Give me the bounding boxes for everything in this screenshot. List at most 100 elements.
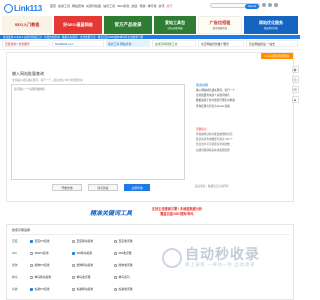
checkbox[interactable] [30, 251, 33, 255]
checkbox[interactable] [30, 263, 33, 267]
nav-item[interactable]: 在线工具 [58, 4, 70, 8]
ad-banner-row: SEO入门教程 好SEO/星星网络 官方产品收录 爱站工具包 站长必备利器 广告… [0, 16, 300, 34]
help-spacer [196, 109, 292, 127]
option-label: 神马索引 [118, 275, 130, 279]
option-label: 百度移动权重 [76, 239, 94, 243]
ad-subtitle: 快速提升排名 [263, 27, 279, 30]
option-label: 百度PC权重 [34, 239, 50, 243]
header-search[interactable]: OpenAI [210, 3, 260, 9]
checkbox[interactable] [30, 275, 33, 279]
text-ad[interactable]: 企业网站建设 一站式 [246, 40, 298, 47]
engine-label: 360 [12, 251, 17, 255]
engine-row: 360 360PC权重 360移动权重 360收录量 [12, 249, 154, 257]
keyword-textarea[interactable] [11, 84, 185, 180]
option-label: 神马收录量 [76, 275, 91, 279]
start-query-button[interactable]: 开始查询 [52, 184, 82, 191]
option-label: 谷歌收录量 [118, 287, 133, 291]
option-label: 360收录量 [118, 251, 132, 255]
site-logo[interactable]: Link113 [4, 3, 42, 13]
engine-row: 搜狗 搜狗PC权重 搜狗移动权重 搜狗收录量 [12, 261, 154, 269]
text-ad[interactable]: 百度权重7 优化服务 [2, 40, 50, 47]
checkbox[interactable] [114, 263, 117, 267]
form-title: 输入网站批量查询 [12, 71, 44, 76]
text-ad-row: 百度权重7 优化服务 NANEWS.com 站长工具·网站查询 在线字体转换工具… [0, 40, 300, 48]
ad-banner[interactable]: SEO入门教程 [2, 16, 52, 34]
logo-text: Link113 [14, 3, 42, 13]
slogan-line: 覆盖百度/360/搜狗/神马 [160, 212, 194, 216]
text-ad[interactable]: 在线字体转换工具 [152, 40, 196, 47]
ad-banner[interactable]: 好SEO/星星网络 [54, 16, 102, 34]
help-title: 使用说明 [196, 83, 209, 87]
checkbox[interactable] [72, 287, 75, 291]
slogan-banner: 精准关键词工具 支持主流搜索引擎 / 多维度数据分析 覆盖百度/360/搜狗/神… [0, 203, 300, 223]
notice-bar: 欢迎使用 Link113 关键词挖掘工具 · 免费在线查询 · 数据实时更新 ·… [0, 35, 300, 39]
user-icon[interactable] [262, 3, 266, 7]
top-icon[interactable]: ▲ [291, 96, 299, 103]
grid-icon[interactable] [268, 3, 272, 7]
form-actions: 开始查询 清空列表 立即查询 [52, 184, 150, 191]
checkbox[interactable] [30, 287, 33, 291]
nav-item[interactable]: 友链 [131, 4, 137, 8]
header-search-button[interactable]: OpenAI [245, 4, 259, 9]
qq-icon[interactable]: ◉ [291, 66, 299, 73]
engine-select-card: 搜索引擎选择 百度 百度PC权重 百度移动权重 百度收录量 360 360PC权… [6, 224, 294, 300]
ad-banner[interactable]: 官方产品收录 [104, 16, 152, 34]
option-label: 360PC权重 [34, 251, 49, 255]
help-footnote: 最后更新：数据每日自动同步 [195, 185, 229, 188]
section-divider [0, 49, 300, 50]
engine-row: 百度 百度PC权重 百度移动权重 百度收录量 [12, 237, 154, 245]
submit-query-button[interactable]: 立即查询 [124, 184, 150, 191]
text-ad[interactable]: 站长工具·网站查询 [106, 40, 150, 47]
checkbox[interactable] [114, 275, 117, 279]
engine-row: 谷歌 谷歌PC权重 谷歌移动权重 谷歌收录量 [12, 285, 154, 293]
form-subtitle: 支持输入域名或关键词，每行一个，最多支持 500 条批量查询 [12, 79, 83, 82]
nav-item[interactable]: 站长工具 [103, 4, 115, 8]
nav-item[interactable]: 网站查询 [72, 4, 84, 8]
logo-icon [4, 3, 13, 13]
nav-item-highlight[interactable]: 关于 [166, 4, 172, 8]
corner-tag[interactable]: 1-10 关键词免费查询 [261, 53, 293, 59]
clear-list-button[interactable]: 清空列表 [88, 184, 118, 191]
nav-item[interactable]: 关键词挖掘 [86, 4, 101, 8]
nav-item[interactable]: 导航 [139, 4, 145, 8]
checkbox[interactable] [72, 239, 75, 243]
nav-item[interactable]: 首页 [50, 4, 56, 8]
ad-banner[interactable]: 网站优化服务 快速提升排名 [244, 16, 298, 34]
option-label: 谷歌移动权重 [76, 287, 94, 291]
option-label: 搜狗PC权重 [34, 263, 50, 267]
nav-item[interactable]: 资讯 [158, 4, 164, 8]
text-ad[interactable]: NANEWS.com [52, 40, 104, 47]
help-line: 如遇问题请联系在线客服处理 [196, 148, 230, 152]
ad-subtitle: 联系客服咨询 [212, 27, 228, 30]
engine-label: 神马 [12, 275, 18, 279]
ad-banner[interactable]: 广告位招租 联系客服咨询 [198, 16, 242, 34]
checkbox[interactable] [30, 239, 33, 243]
engine-row: 神马 神马移动权重 神马收录量 神马索引 [12, 273, 154, 281]
nav-item[interactable]: 排行榜 [147, 4, 156, 8]
top-nav: 首页 在线工具 网站查询 关键词挖掘 站长工具 SEO优化 友链 导航 排行榜 … [50, 4, 173, 8]
checkbox[interactable] [114, 239, 117, 243]
checkbox[interactable] [114, 251, 117, 255]
checkbox[interactable] [114, 287, 117, 291]
header-icons [262, 3, 278, 7]
checkbox[interactable] [72, 263, 75, 267]
option-label: 神马移动权重 [34, 275, 52, 279]
engine-select-title: 搜索引擎选择 [12, 228, 31, 232]
chat-icon[interactable] [274, 3, 278, 7]
wechat-icon[interactable]: ◎ [291, 76, 299, 83]
option-label: 360移动权重 [76, 251, 93, 255]
slogan-title: 精准关键词工具 [89, 210, 132, 217]
chat-icon[interactable]: ✉ [291, 86, 299, 93]
engine-label: 百度 [12, 239, 18, 243]
option-label: 百度收录量 [118, 239, 133, 243]
option-label: 搜狗收录量 [118, 263, 133, 267]
help-text: 输入网站域名或关键词，每行一个 支持批量查询多个关键词排名 数据来源于各大搜索引… [196, 88, 292, 153]
slogan-text: 支持主流搜索引擎 / 多维度数据分析 覆盖百度/360/搜狗/神马 [137, 207, 217, 217]
nav-item[interactable]: SEO优化 [117, 4, 129, 8]
engine-label: 谷歌 [12, 287, 18, 291]
checkbox[interactable] [72, 275, 75, 279]
checkbox[interactable] [72, 251, 75, 255]
ad-banner[interactable]: 爱站工具包 站长必备利器 [154, 16, 196, 34]
text-ad[interactable]: 北京网站优化推广服务 [198, 40, 244, 47]
top-header: Link113 首页 在线工具 网站查询 关键词挖掘 站长工具 SEO优化 友链… [0, 0, 300, 16]
